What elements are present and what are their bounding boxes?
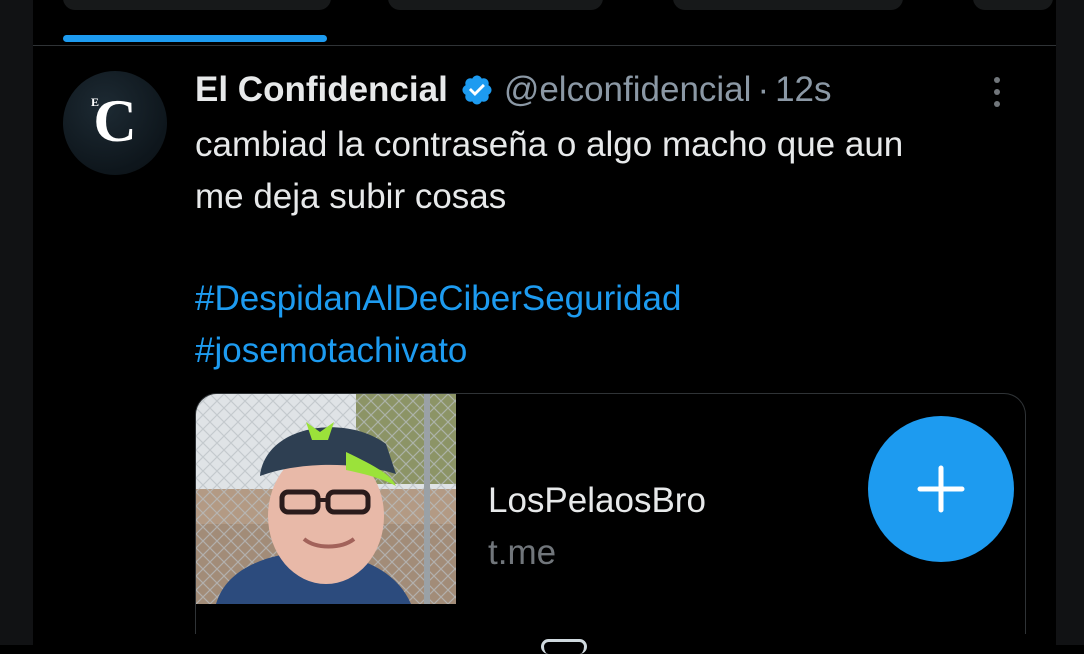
card-thumbnail-image <box>196 394 456 604</box>
avatar-letter: C <box>93 88 137 154</box>
author-name[interactable]: El Confidencial <box>195 70 448 110</box>
separator-dot: · <box>757 70 770 109</box>
verified-badge-icon <box>462 75 492 105</box>
card-domain: t.me <box>488 533 557 572</box>
card-bottom-mask <box>196 604 1025 634</box>
timeline-tabs <box>33 0 1056 46</box>
tweet-text-line: cambiad la contraseña o algo macho que a… <box>195 125 904 164</box>
tab-4[interactable] <box>973 0 1053 10</box>
left-edge <box>0 0 33 645</box>
right-edge <box>1056 0 1084 645</box>
compose-button[interactable] <box>868 416 1014 562</box>
tab-2[interactable] <box>388 0 603 10</box>
active-tab-indicator <box>63 35 327 42</box>
card-title: LosPelaosBro <box>488 481 706 520</box>
avatar[interactable]: E C <box>63 71 167 175</box>
tweet-body: cambiad la contraseña o algo macho que a… <box>195 119 1055 223</box>
hashtag-link[interactable]: #josemotachivato <box>195 325 467 377</box>
plus-icon <box>917 465 965 513</box>
more-vertical-icon[interactable] <box>991 77 1003 111</box>
timestamp[interactable]: 12s <box>775 70 831 110</box>
tweet-header: El Confidencial @elconfidencial · 12s <box>195 67 832 113</box>
tab-1[interactable] <box>63 0 331 10</box>
bottom-nav-fragment <box>541 639 587 654</box>
tab-3[interactable] <box>673 0 903 10</box>
timeline-column: E C El Confidencial @elconfidencial · 12… <box>33 0 1056 654</box>
hashtag-link[interactable]: #DespidanAlDeCiberSeguridad <box>195 273 681 325</box>
tweet-text-line: me deja subir cosas <box>195 177 507 216</box>
author-handle[interactable]: @elconfidencial <box>504 70 752 110</box>
